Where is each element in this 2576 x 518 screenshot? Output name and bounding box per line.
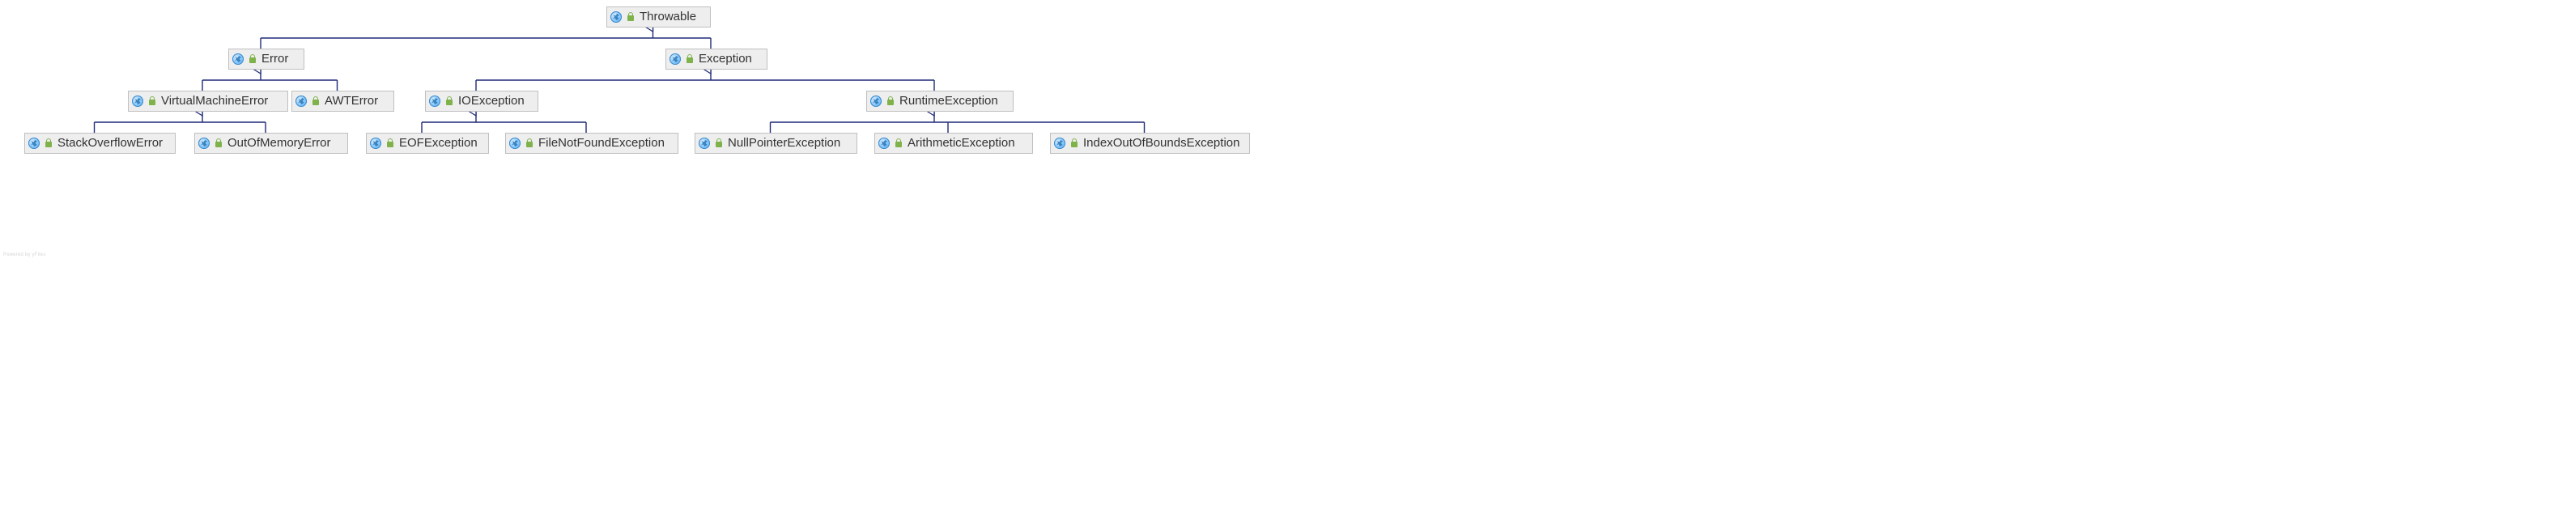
class-label: ArithmeticException [908,135,1015,151]
lock-icon [444,96,455,107]
class-label: Throwable [640,9,696,25]
lock-icon [43,138,54,149]
edge-layer [0,0,1288,259]
class-label: IOException [458,93,525,109]
class-node-ioException[interactable]: IOException [425,91,538,112]
class-label: Error [261,51,288,67]
class-icon [509,138,521,149]
lock-icon [147,96,158,107]
watermark-text: Powered by yFiles [3,253,45,257]
class-node-exception[interactable]: Exception [665,49,767,70]
class-label: OutOfMemoryError [227,135,331,151]
class-label: AWTError [325,93,378,109]
class-label: NullPointerException [728,135,840,151]
lock-icon [1069,138,1080,149]
class-node-fileNotFoundException[interactable]: FileNotFoundException [505,133,678,154]
lock-icon [885,96,896,107]
class-icon [870,96,882,107]
class-icon [610,11,622,23]
class-label: RuntimeException [899,93,998,109]
class-node-awtError[interactable]: AWTError [291,91,394,112]
class-icon [28,138,40,149]
class-hierarchy-diagram: Throwable Error Exception VirtualMachineErr… [0,0,1288,259]
class-node-nullPointerException[interactable]: NullPointerException [695,133,857,154]
lock-icon [213,138,224,149]
class-icon [878,138,890,149]
class-node-error[interactable]: Error [228,49,304,70]
class-label: FileNotFoundException [538,135,665,151]
class-node-throwable[interactable]: Throwable [606,6,711,28]
class-label: VirtualMachineError [161,93,268,109]
class-node-outOfMemoryError[interactable]: OutOfMemoryError [194,133,348,154]
lock-icon [684,53,695,65]
lock-icon [893,138,904,149]
class-label: IndexOutOfBoundsException [1083,135,1239,151]
class-icon [699,138,710,149]
lock-icon [524,138,535,149]
class-node-virtualMachineError[interactable]: VirtualMachineError [128,91,288,112]
class-icon [429,96,440,107]
class-label: Exception [699,51,752,67]
class-icon [198,138,210,149]
class-node-stackOverflowError[interactable]: StackOverflowError [24,133,176,154]
class-node-arithmeticException[interactable]: ArithmeticException [874,133,1033,154]
lock-icon [625,11,636,23]
class-icon [295,96,307,107]
class-label: EOFException [399,135,478,151]
lock-icon [713,138,725,149]
class-icon [232,53,244,65]
class-node-runtimeException[interactable]: RuntimeException [866,91,1014,112]
lock-icon [310,96,321,107]
class-node-eofException[interactable]: EOFException [366,133,489,154]
class-icon [1054,138,1065,149]
class-icon [370,138,381,149]
class-icon [670,53,681,65]
class-label: StackOverflowError [57,135,163,151]
lock-icon [247,53,258,65]
class-node-indexOutOfBoundsException[interactable]: IndexOutOfBoundsException [1050,133,1250,154]
lock-icon [385,138,396,149]
class-icon [132,96,143,107]
